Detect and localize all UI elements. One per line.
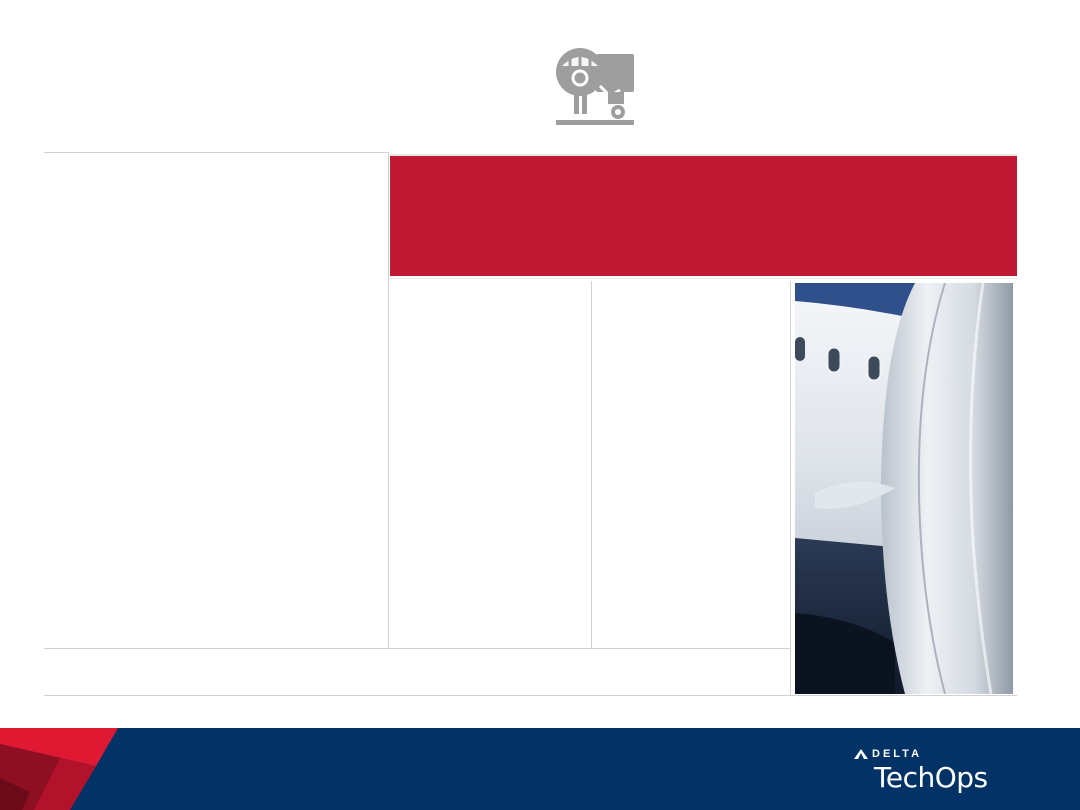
aircraft-nose-stand-icon	[556, 48, 634, 125]
column-divider-1	[388, 152, 389, 648]
slide: DELTA TechOps	[0, 0, 1080, 810]
table-row-rule	[44, 648, 790, 649]
delta-widget-logo-icon	[0, 728, 118, 810]
table-bottom-rule	[44, 695, 1017, 696]
aircraft-engine-photo	[795, 283, 1013, 694]
column-divider-2	[591, 281, 592, 648]
brand-techops-text: TechOps	[874, 761, 988, 794]
header-banner	[390, 156, 1017, 276]
delta-triangle-icon	[854, 749, 868, 759]
banner-bottom-rule	[390, 278, 1017, 279]
delta-techops-logo: DELTA TechOps	[854, 746, 1014, 798]
column-divider-3	[790, 281, 791, 695]
table-top-rule	[44, 152, 388, 153]
